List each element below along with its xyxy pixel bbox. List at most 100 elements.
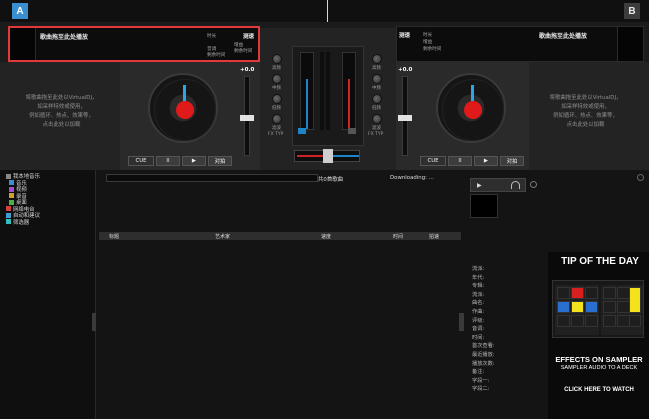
crossfader[interactable] (294, 149, 360, 163)
deck-b-platter-center (464, 101, 482, 119)
tip-subline: SAMPLER AUDIO TO A DECK (560, 365, 638, 371)
deck-b-pause-button[interactable]: II (448, 156, 472, 166)
left-low-label: 低频 (272, 106, 281, 111)
browser-resize-handle[interactable] (459, 313, 464, 331)
tip-of-the-day[interactable]: TIP OF THE DAY EFFECTS ON SAMPLER SAMPLE… (548, 252, 649, 419)
deck-b-play-button[interactable]: ▶ (474, 156, 498, 166)
deck-b-title: 歌曲拖至此处播放 (539, 33, 588, 40)
right-filter-label: 滤波 (372, 126, 381, 131)
col-artist[interactable]: 艺术家 (215, 233, 230, 240)
left-fx-label[interactable]: FX TYP (268, 132, 283, 137)
col-time[interactable]: 时间 (393, 233, 403, 240)
left-high-knob[interactable] (272, 54, 282, 64)
left-headphone-icon[interactable] (298, 128, 306, 134)
deck-b-info2: 增益 (423, 40, 433, 45)
deck-b-cover (617, 27, 643, 61)
right-filter-knob[interactable] (372, 114, 382, 124)
right-mid-knob[interactable] (372, 74, 382, 84)
right-channel-fader[interactable] (342, 52, 356, 130)
headphone-icon[interactable] (511, 181, 520, 189)
deck-a-pause-button[interactable]: II (156, 156, 180, 166)
col-bpm[interactable]: 速度 (321, 233, 331, 240)
deck-b-cue-button[interactable]: CUE (420, 156, 446, 166)
right-high-knob[interactable] (372, 54, 382, 64)
info-field-label: 曲名: (472, 300, 485, 307)
download-status: Downloading: ... (390, 175, 434, 181)
preview-option-icon[interactable] (530, 181, 537, 188)
info-field-label: 年代: (472, 274, 485, 281)
song-count: 共0首歌曲 (318, 177, 343, 183)
info-field-label: 流派: (472, 291, 485, 298)
left-filter-label: 滤波 (272, 126, 281, 131)
deck-a-letter[interactable]: A (12, 3, 28, 19)
deck-a-cue-button[interactable]: CUE (128, 156, 154, 166)
master-meter (320, 52, 324, 130)
info-field-label: 音调: (472, 326, 485, 333)
deck-b-sync-button[interactable]: 对拍 (500, 156, 524, 166)
preview-player: ▶ (470, 178, 526, 192)
right-mid-label: 中频 (372, 86, 381, 91)
preview-play-icon[interactable]: ▶ (477, 182, 482, 189)
deck-b-pitch-value: +0.0 (398, 67, 413, 73)
top-bar (0, 0, 649, 22)
folder-icon (9, 193, 14, 199)
deck-b-header[interactable]: 测速 时长 增益 剩余时间 歌曲拖至此处播放 (396, 26, 644, 62)
right-headphone-icon[interactable] (348, 128, 356, 134)
deck-a-body: 将歌曲拖至此处以VirtualDJ， 如采样特效或使用， 例如循环、热点、效果等… (0, 62, 260, 170)
left-mid-knob[interactable] (272, 74, 282, 84)
deck-a-platter[interactable] (148, 73, 218, 143)
tree-item-label: 筛选器 (13, 219, 30, 226)
deck-a-platter-center (176, 101, 194, 119)
folder-icon (6, 212, 11, 218)
info-field-label: 流派: (472, 266, 485, 272)
right-fx-label[interactable]: FX TYP (368, 132, 383, 137)
file-browser: 共0首歌曲 Downloading: ... 标题 艺术家 速度 时间 拍速 (96, 170, 466, 419)
col-tempo[interactable]: 拍速 (429, 233, 439, 240)
deck-a-cover (10, 28, 36, 60)
deck-b-info1: 时长 (423, 33, 433, 38)
deck-a-empty-msg: 将歌曲拖至此处以VirtualDJ， 如采样特效或使用， 例如循环、热点、效果等… (25, 95, 98, 128)
tip-watch-link[interactable]: CLICK HERE TO WATCH (550, 387, 648, 393)
left-channel-fader[interactable] (300, 52, 314, 130)
deck-b-body: 将歌曲拖至此处以VirtualDJ， 如采样特效或使用， 例如循环、热点、效果等… (396, 62, 649, 170)
column-headers: 标题 艺术家 速度 时间 拍速 (99, 232, 461, 240)
right-high-label: 高频 (372, 66, 381, 71)
deck-b-pitch-handle[interactable] (398, 115, 412, 121)
info-field-label: 字段二: (472, 386, 490, 393)
crossfader-handle[interactable] (323, 149, 333, 163)
deck-b-letter[interactable]: B (624, 3, 640, 19)
folder-tree: 我本地音乐 音乐 视频 录音 桌面 网络电台 自动和建议 筛选器 (0, 170, 97, 419)
search-input[interactable] (106, 174, 318, 182)
deck-b-pitch-slider[interactable] (398, 76, 412, 156)
right-low-label: 低频 (372, 106, 381, 111)
deck-a-info5: 剩余时间 (207, 53, 226, 58)
tree-item[interactable]: 筛选器 (6, 219, 94, 226)
left-high-label: 高频 (272, 66, 281, 71)
master-meter-2 (326, 52, 330, 130)
left-filter-knob[interactable] (272, 114, 282, 124)
deck-a-pitch-handle[interactable] (240, 115, 254, 121)
tip-preview-pads (555, 285, 599, 335)
panel-close-icon[interactable] (637, 174, 644, 181)
right-low-knob[interactable] (372, 94, 382, 104)
info-field-label: 作曲: (472, 308, 485, 315)
deck-a-pitch-value: +0.0 (240, 67, 255, 73)
deck-a-header[interactable]: 歌曲拖至此处播放 时长 测速 音调 增益 剩余时间 剩余时间 (8, 26, 260, 62)
folder-icon (6, 219, 11, 225)
col-title[interactable]: 标题 (109, 233, 119, 240)
deck-a-pitch-slider[interactable] (240, 76, 254, 156)
folder-icon (9, 180, 14, 186)
info-field-label: 最近播放: (472, 351, 495, 358)
info-field-label: 专辑: (472, 283, 485, 290)
deck-b-platter[interactable] (436, 73, 506, 143)
left-low-knob[interactable] (272, 94, 282, 104)
deck-a-play-button[interactable]: ▶ (182, 156, 206, 166)
deck-b-empty-msg: 将歌曲拖至此处以VirtualDJ， 如采样特效或使用， 例如循环、热点、效果等… (549, 95, 622, 128)
info-field-label: 播放次数: (472, 360, 495, 367)
tip-preview-image (552, 280, 644, 338)
folder-icon (6, 173, 11, 179)
deck-a-sync-button[interactable]: 对拍 (208, 156, 232, 166)
folder-list: 我本地音乐 音乐 视频 录音 桌面 网络电台 自动和建议 筛选器 (6, 173, 94, 226)
info-field-label: 备注: (472, 369, 485, 376)
info-field-list: 流派: 年代: 专辑: 流派: 曲名: 作曲: 评级: 音调: 时间: 首次查看: 最近播放: 播放次… (472, 265, 548, 394)
